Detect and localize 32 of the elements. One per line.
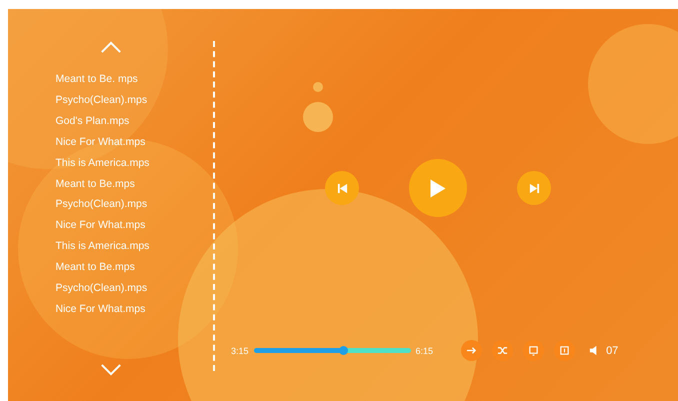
playlist-item[interactable]: Meant to Be.mps: [56, 174, 176, 194]
scroll-down-icon[interactable]: [100, 362, 122, 376]
shuffle-icon: [497, 345, 508, 356]
next-button[interactable]: [517, 171, 551, 205]
repeat-button[interactable]: [523, 340, 544, 361]
skip-back-icon: [336, 182, 348, 194]
elapsed-time: 3:15: [231, 346, 249, 356]
playlist-item[interactable]: This is America.mps: [56, 152, 176, 174]
skip-forward-icon: [528, 182, 540, 194]
arrow-right-icon: [466, 345, 478, 356]
progress-thumb[interactable]: [339, 346, 348, 355]
total-time: 6:15: [416, 346, 434, 356]
shuffle-button[interactable]: [492, 340, 514, 361]
playlist-item[interactable]: This is America.mps: [56, 236, 176, 258]
sequence-button[interactable]: [461, 340, 482, 361]
playlist-item[interactable]: Nice For What.mps: [56, 298, 176, 320]
playlist-item[interactable]: Psycho(Clean).mps: [56, 194, 176, 216]
previous-button[interactable]: [325, 171, 359, 205]
playlist-item[interactable]: Nice For What.mps: [56, 215, 176, 236]
volume-level: 07: [606, 344, 618, 356]
play-icon: [429, 178, 447, 198]
background-circle: [303, 102, 333, 132]
playlist-item[interactable]: Psycho(Clean).mps: [56, 90, 176, 111]
playlist-item[interactable]: Nice For What.mps: [56, 132, 176, 153]
playlist-item[interactable]: Meant to Be. mps: [56, 69, 176, 90]
playlist-item[interactable]: Meant to Be.mps: [56, 257, 176, 278]
progress-track[interactable]: [254, 348, 411, 353]
playlist-item[interactable]: Psycho(Clean).mps: [56, 278, 176, 299]
repeat-one-button[interactable]: [554, 340, 576, 361]
playlist-item[interactable]: God's Plan.mps: [56, 110, 176, 132]
scroll-up-icon[interactable]: [100, 41, 122, 54]
background-circle: [313, 82, 323, 92]
